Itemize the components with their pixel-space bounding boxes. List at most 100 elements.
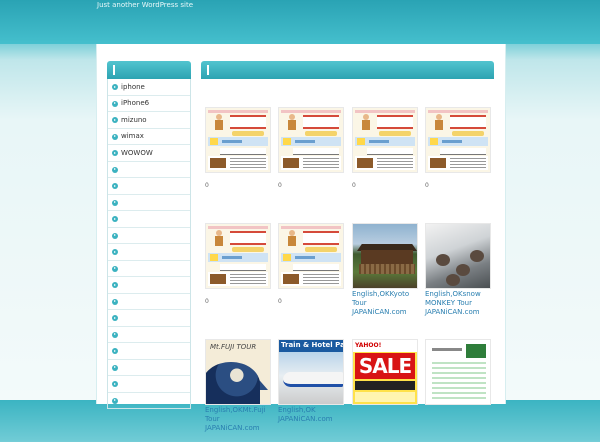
image-detail <box>355 110 415 113</box>
post-card[interactable]: Train & Hotel Pac English,OK JAPANiCAN.co… <box>278 339 344 433</box>
image-detail <box>281 226 341 229</box>
post-count: 0 <box>352 182 356 189</box>
image-detail <box>435 120 443 130</box>
image-detail <box>208 226 268 229</box>
image-detail <box>215 236 223 246</box>
post-card[interactable]: 0 <box>352 107 418 189</box>
image-detail <box>305 131 337 136</box>
image-detail <box>377 158 413 168</box>
sidebar-item[interactable] <box>108 358 190 376</box>
post-card[interactable] <box>425 339 491 414</box>
post-count: 0 <box>425 182 429 189</box>
sidebar-item[interactable] <box>108 292 190 310</box>
image-detail: YAHOO! <box>353 340 417 352</box>
thumbnail-image[interactable] <box>425 339 491 405</box>
image-detail <box>305 247 337 252</box>
thumbnail-image[interactable] <box>352 107 418 173</box>
bullet-arrow-icon <box>112 232 118 239</box>
sidebar-item-label: iphone <box>121 82 145 91</box>
sidebar-item[interactable] <box>108 259 190 277</box>
sidebar-item[interactable] <box>108 342 190 359</box>
sidebar-item[interactable] <box>108 375 190 392</box>
image-detail <box>230 231 266 245</box>
post-title-link[interactable]: English,OKKyoto Tour JAPANiCAN.com <box>352 290 422 317</box>
bullet-arrow-icon <box>112 315 118 321</box>
post-count: 0 <box>278 298 282 305</box>
thumbnail-image[interactable]: Train & Hotel Pac <box>278 339 344 405</box>
post-count: 0 <box>278 182 282 189</box>
image-detail <box>230 274 266 284</box>
image-detail <box>222 256 242 259</box>
post-title-link[interactable]: English,OK JAPANiCAN.com <box>278 406 348 424</box>
image-detail <box>355 381 415 390</box>
bullet-arrow-icon <box>112 282 118 288</box>
image-detail <box>232 247 264 252</box>
image-detail <box>359 264 415 274</box>
image-detail <box>230 158 266 168</box>
bullet-arrow-icon <box>112 199 118 206</box>
sidebar-item-label: iPhone6 <box>121 99 150 108</box>
thumbnail-image[interactable] <box>278 223 344 289</box>
sidebar-item[interactable] <box>108 160 190 178</box>
image-detail <box>430 138 438 145</box>
sidebar-item[interactable] <box>108 193 190 211</box>
bullet-arrow-icon <box>112 117 118 123</box>
image-detail <box>232 131 264 136</box>
post-card[interactable]: English,OKKyoto Tour JAPANiCAN.com <box>352 223 418 326</box>
image-detail <box>450 115 486 129</box>
image-detail <box>215 120 223 130</box>
post-card[interactable]: 0 <box>278 107 344 189</box>
image-detail <box>367 148 413 155</box>
bullet-arrow-icon <box>112 265 118 272</box>
sidebar-item[interactable] <box>108 276 190 293</box>
image-detail <box>379 131 411 136</box>
thumbnail-image[interactable] <box>205 107 271 173</box>
image-detail <box>208 110 268 113</box>
image-detail <box>220 148 266 155</box>
sidebar-item[interactable]: iphone <box>108 79 190 95</box>
bullet-arrow-icon <box>112 397 118 404</box>
bullet-arrow-icon <box>112 348 118 354</box>
thumbnail-image[interactable]: YAHOO! SALE <box>352 339 418 405</box>
sidebar-item[interactable]: mizuno <box>108 111 190 128</box>
thumbnail-image[interactable] <box>278 107 344 173</box>
post-title-link[interactable]: English,OKsnow MONKEY Tour JAPANiCAN.com <box>425 290 495 317</box>
image-detail <box>303 115 339 129</box>
thumbnail-image[interactable] <box>425 107 491 173</box>
thumbnail-image[interactable]: Mt.FUJI TOUR <box>205 339 271 405</box>
sidebar-item[interactable]: iPhone6 <box>108 94 190 112</box>
post-card[interactable]: English,OKsnow MONKEY Tour JAPANiCAN.com <box>425 223 491 326</box>
bullet-arrow-icon <box>112 381 118 387</box>
thumbnail-image[interactable] <box>425 223 491 289</box>
monkey-figure <box>446 274 460 286</box>
title-marker-icon <box>113 65 115 75</box>
thumbnail-image[interactable] <box>352 223 418 289</box>
image-detail <box>293 148 339 155</box>
post-card[interactable]: 0 <box>205 223 271 305</box>
monkey-figure <box>470 250 484 262</box>
post-card[interactable]: YAHOO! SALE <box>352 339 418 414</box>
image-detail <box>432 348 462 351</box>
sidebar-item[interactable] <box>108 210 190 227</box>
thumbnail-image[interactable] <box>205 223 271 289</box>
sidebar-item[interactable] <box>108 226 190 244</box>
sidebar-item[interactable]: wimax <box>108 127 190 145</box>
post-card[interactable]: 0 <box>278 223 344 305</box>
sidebar-item[interactable]: WOWOW <box>108 144 190 161</box>
sidebar-item[interactable] <box>108 309 190 326</box>
image-detail <box>210 158 226 168</box>
sidebar-item[interactable] <box>108 325 190 343</box>
post-card[interactable]: Mt.FUJI TOUR English,OKMt.Fuji Tour JAPAN… <box>205 339 271 442</box>
sidebar-item[interactable] <box>108 243 190 260</box>
sidebar-item[interactable] <box>108 177 190 194</box>
sidebar-category-list: iphone iPhone6 mizuno wimax WOWOW <box>107 79 191 409</box>
post-card[interactable]: 0 <box>425 107 491 189</box>
image-detail <box>295 256 315 259</box>
site-tagline: Just another WordPress site <box>97 1 194 9</box>
image-detail <box>303 158 339 168</box>
sidebar-item-label: wimax <box>121 132 144 141</box>
post-card[interactable]: 0 <box>205 107 271 189</box>
image-detail <box>283 254 291 261</box>
post-title-link[interactable]: English,OKMt.Fuji Tour JAPANiCAN.com <box>205 406 275 433</box>
bullet-arrow-icon <box>112 100 118 107</box>
